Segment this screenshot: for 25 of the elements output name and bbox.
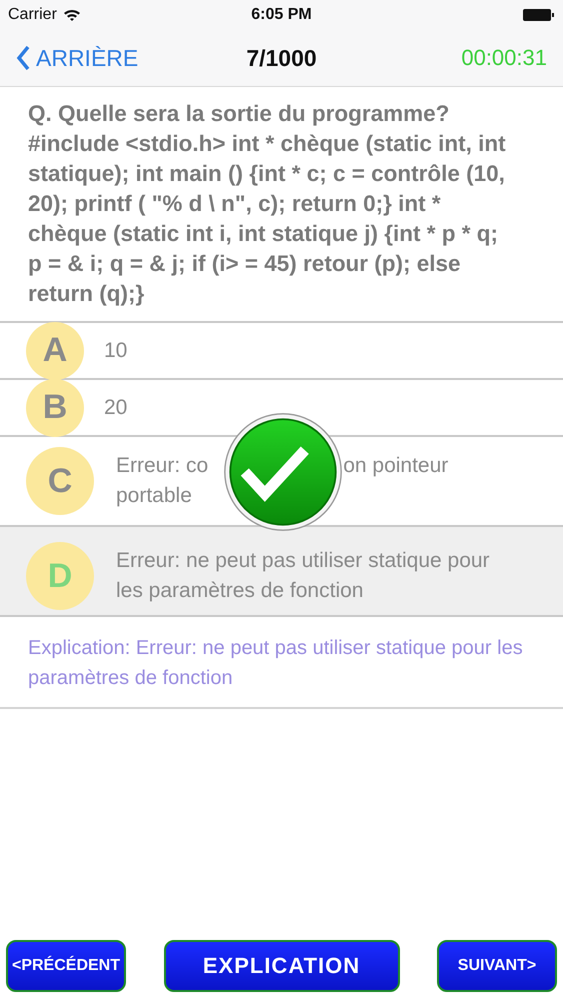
option-text: Erreur: ne peut pas utiliser statique pour les paramètres de fonction [116,549,490,602]
wifi-icon [62,8,81,22]
option-text: 10 [104,338,128,362]
option-letter: C [26,447,94,515]
option-letter: A [26,322,84,380]
answer-option[interactable]: B 20 [0,380,563,437]
status-time: 6:05 PM [251,6,312,24]
explanation-text: Explication: Erreur: ne peut pas utiliser statique pour les paramètres de fonction [0,617,563,709]
previous-button[interactable]: <PRÉCÉDENT [6,940,126,992]
explanation-button[interactable]: EXPLICATION [164,940,400,992]
option-text: Erreur: co [116,454,208,477]
answer-option[interactable]: D Erreur: ne peut pas utiliser statique pour les paramètres de fonction [0,527,563,617]
option-letter: B [26,378,84,436]
option-letter: D [26,542,94,610]
option-text: 20 [104,396,128,418]
option-text: on pointeur [343,454,448,477]
back-button[interactable]: ARRIÈRE [16,44,166,72]
chevron-left-icon [16,45,30,71]
timer: 00:00:31 [460,45,547,71]
next-button[interactable]: SUIVANT> [437,940,557,992]
carrier-name: Carrier [8,6,57,24]
question-counter: 7/1000 [246,44,317,72]
option-text: portable [116,484,192,507]
answer-option[interactable]: A 10 [0,323,563,380]
battery-icon [523,8,555,22]
